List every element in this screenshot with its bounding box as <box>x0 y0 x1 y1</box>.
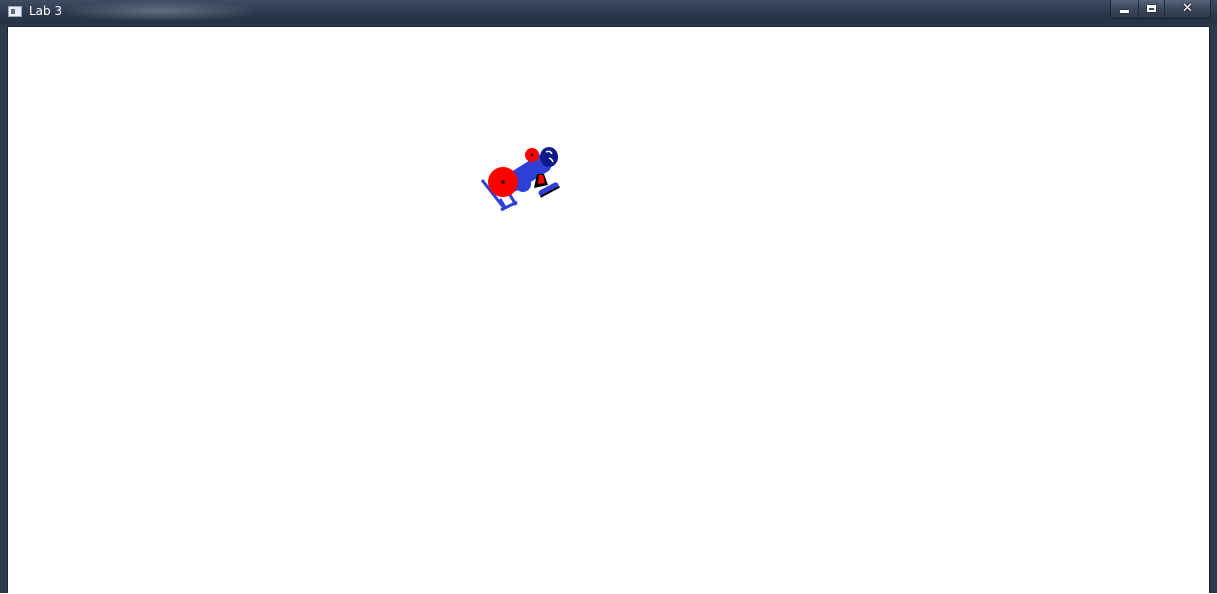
drawing-canvas[interactable] <box>7 26 1210 593</box>
maximize-button[interactable] <box>1138 0 1164 17</box>
app-window: Lab 3 ✕ <box>0 0 1217 593</box>
title-bar-glow <box>60 0 260 22</box>
robot-front-leg <box>534 174 560 198</box>
robot-body-group <box>480 147 560 212</box>
robot-head <box>540 147 558 167</box>
window-title: Lab 3 <box>29 4 63 18</box>
robot-big-wheel <box>488 167 518 197</box>
minimize-icon <box>1120 9 1129 13</box>
title-bar[interactable]: Lab 3 ✕ <box>0 0 1217 24</box>
close-icon: ✕ <box>1182 1 1193 16</box>
app-window-icon[interactable] <box>8 6 22 17</box>
close-button[interactable]: ✕ <box>1164 0 1210 17</box>
maximize-icon <box>1147 5 1156 12</box>
robot-small-wheel <box>525 148 539 162</box>
caption-buttons: ✕ <box>1110 0 1211 19</box>
robot-figure <box>480 147 560 212</box>
minimize-button[interactable] <box>1111 0 1138 17</box>
